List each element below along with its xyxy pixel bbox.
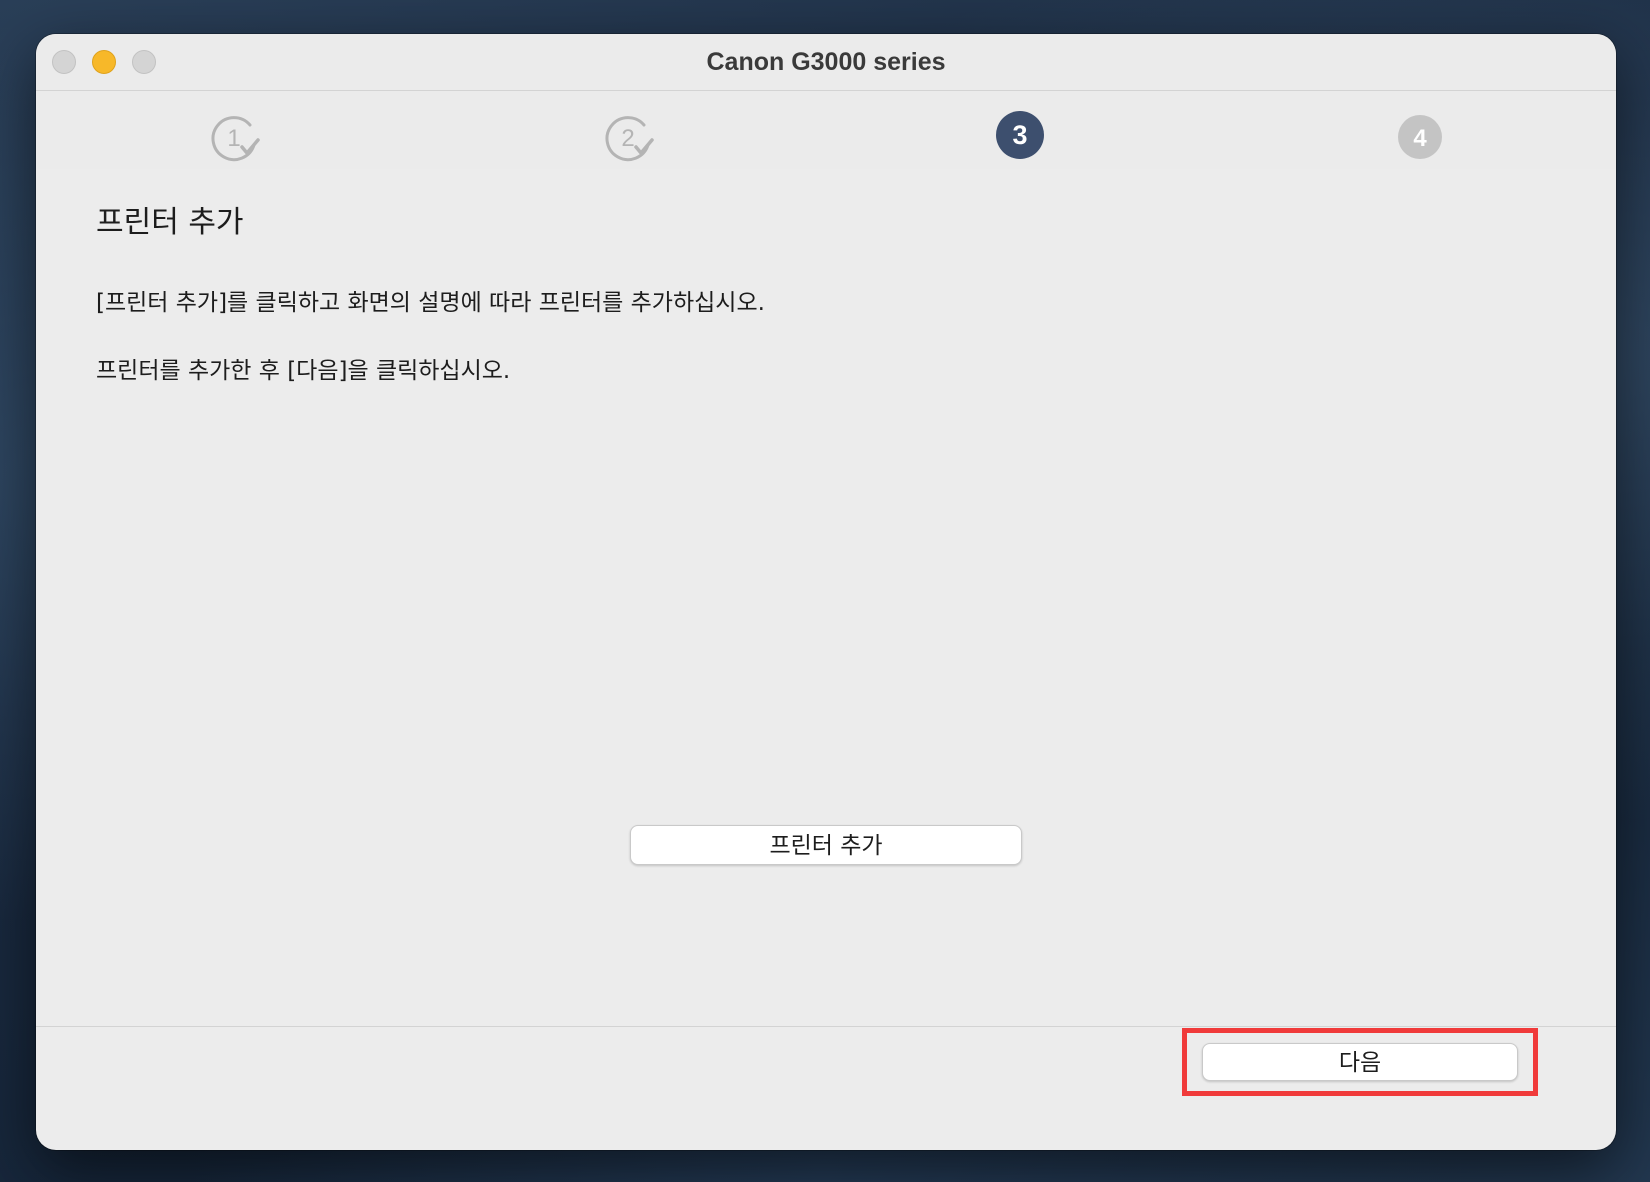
main-content: 프린터 추가 [프린터 추가]를 클릭하고 화면의 설명에 따라 프린터를 추가… <box>36 169 1616 1081</box>
installer-window: Canon G3000 series 1 2 3 4 프린터 추가 [프린터 추… <box>36 34 1616 1150</box>
title-bar[interactable]: Canon G3000 series <box>36 34 1616 90</box>
window-title: Canon G3000 series <box>706 48 946 76</box>
step-4-pending-icon: 4 <box>1394 111 1446 163</box>
step-2-number: 2 <box>621 125 634 152</box>
step-4-number: 4 <box>1413 125 1427 152</box>
page-title: 프린터 추가 <box>96 205 244 240</box>
close-window-button[interactable] <box>52 50 76 74</box>
step-3-number: 3 <box>1012 120 1027 150</box>
add-printer-button[interactable]: 프린터 추가 <box>630 825 1022 865</box>
instruction-text-1: [프린터 추가]를 클릭하고 화면의 설명에 따라 프린터를 추가하십시오. <box>96 290 765 316</box>
instruction-text-2: 프린터를 추가한 후 [다음]을 클릭하십시오. <box>96 358 511 384</box>
zoom-window-button[interactable] <box>132 50 156 74</box>
step-1-completed-icon: 1 <box>210 111 262 163</box>
next-button[interactable]: 다음 <box>1202 1043 1518 1081</box>
minimize-window-button[interactable] <box>92 50 116 74</box>
step-1-number: 1 <box>227 125 240 152</box>
step-2-completed-icon: 2 <box>604 111 656 163</box>
step-3-current-icon: 3 <box>994 111 1046 163</box>
